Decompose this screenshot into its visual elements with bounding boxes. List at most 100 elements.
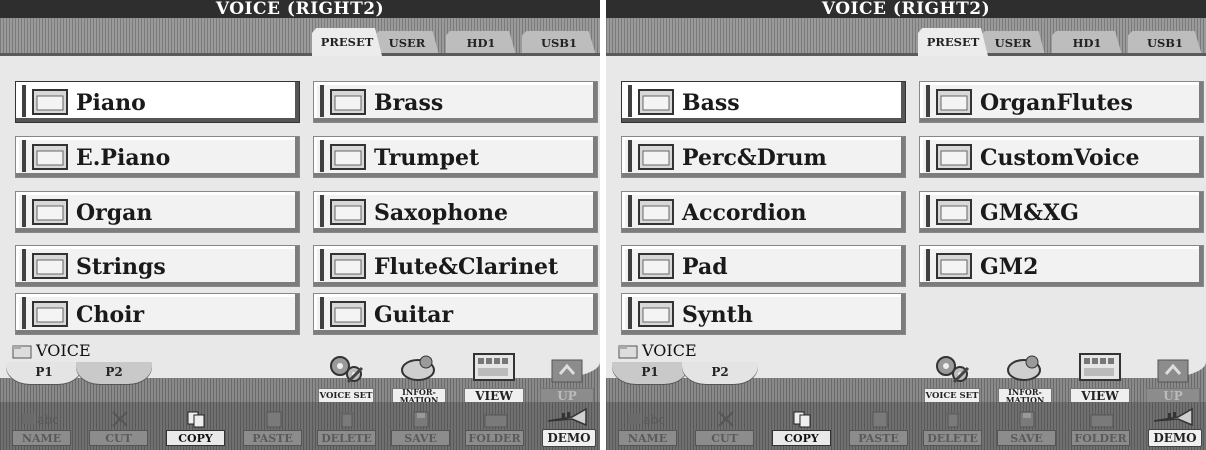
info-icon — [1007, 355, 1041, 381]
view-button[interactable]: VIEW — [1070, 352, 1130, 404]
folder-organ[interactable]: Organ — [16, 192, 299, 232]
folder-icon — [32, 199, 68, 225]
folder-label: Organ — [76, 200, 153, 226]
trumpet-icon — [547, 407, 587, 427]
selection-bar — [628, 195, 632, 227]
folder-pad[interactable]: Pad — [622, 246, 905, 286]
information-button[interactable]: INFOR- MATION — [392, 352, 446, 404]
tab-hd1[interactable]: HD1 — [1052, 31, 1122, 55]
delete-label: DELETE — [923, 430, 982, 446]
folder-saxophone[interactable]: Saxophone — [314, 192, 597, 232]
up-button[interactable]: UP — [1146, 352, 1200, 404]
page-tab-p1[interactable]: P1 — [612, 362, 688, 384]
folder-organflutes[interactable]: OrganFlutes — [920, 82, 1203, 122]
delete-button[interactable]: DELETE — [923, 408, 982, 446]
tab-usb1[interactable]: USB1 — [522, 31, 596, 55]
page-tab-p1[interactable]: P1 — [6, 362, 82, 384]
selection-bar — [628, 297, 632, 329]
view-button[interactable]: VIEW — [464, 352, 524, 404]
copy-button[interactable]: COPY — [772, 408, 831, 446]
demo-button[interactable]: DEMO — [1148, 403, 1202, 447]
name-button[interactable]: abc NAME — [12, 408, 71, 446]
folder-customvoice[interactable]: CustomVoice — [920, 137, 1203, 177]
current-path: VOICE — [618, 340, 697, 362]
save-button[interactable]: SAVE — [997, 408, 1056, 446]
tab-preset[interactable]: PRESET — [312, 28, 382, 56]
delete-button[interactable]: DELETE — [317, 408, 376, 446]
paste-icon — [872, 411, 888, 428]
folder-gm-xg[interactable]: GM&XG — [920, 192, 1203, 232]
folder-perc-drum[interactable]: Perc&Drum — [622, 137, 905, 177]
cut-button[interactable]: CUT — [89, 408, 148, 446]
folder-accordion[interactable]: Accordion — [622, 192, 905, 232]
folder-icon — [330, 89, 366, 115]
folder-icon — [936, 89, 972, 115]
folder-icon — [330, 253, 366, 279]
folder-label: Piano — [76, 90, 146, 116]
selection-bar — [926, 140, 930, 172]
demo-button[interactable]: DEMO — [542, 403, 596, 447]
selection-bar — [320, 195, 324, 227]
copy-label: COPY — [772, 430, 831, 446]
path-label: VOICE — [36, 341, 91, 360]
tab-user[interactable]: USER — [981, 31, 1045, 55]
tab-usb1[interactable]: USB1 — [1128, 31, 1202, 55]
disk-icon — [413, 411, 429, 428]
path-label: VOICE — [642, 341, 697, 360]
rename-icon: abc — [628, 413, 665, 427]
folder-brass[interactable]: Brass — [314, 82, 597, 122]
cut-button[interactable]: CUT — [695, 408, 754, 446]
page-tab-p2[interactable]: P2 — [682, 362, 758, 384]
up-button[interactable]: UP — [540, 352, 594, 404]
rename-icon: abc — [22, 413, 59, 427]
folder-label: Guitar — [374, 302, 454, 328]
selection-bar — [628, 249, 632, 281]
copy-button[interactable]: COPY — [166, 408, 225, 446]
folder-label: Synth — [682, 302, 753, 328]
demo-label: DEMO — [1148, 429, 1202, 447]
folder-label: Bass — [682, 90, 740, 116]
folder-flute-clarinet[interactable]: Flute&Clarinet — [314, 246, 597, 286]
folder-icon — [32, 253, 68, 279]
folder-icon — [638, 89, 674, 115]
folder-label: Flute&Clarinet — [374, 254, 559, 280]
folder-gm2[interactable]: GM2 — [920, 246, 1203, 286]
selection-bar — [628, 85, 632, 117]
folder-label: Perc&Drum — [682, 145, 827, 171]
folder-guitar[interactable]: Guitar — [314, 294, 597, 334]
folder-e-piano[interactable]: E.Piano — [16, 137, 299, 177]
tab-hd1[interactable]: HD1 — [446, 31, 516, 55]
selection-bar — [22, 140, 26, 172]
folder-bass[interactable]: Bass — [622, 82, 905, 122]
name-button[interactable]: abc NAME — [618, 408, 677, 446]
folder-label: Strings — [76, 254, 166, 280]
selection-bar — [22, 249, 26, 281]
page-tab-p2[interactable]: P2 — [76, 362, 152, 384]
folder-label: Brass — [374, 90, 444, 116]
folder-icon — [638, 253, 674, 279]
folder-synth[interactable]: Synth — [622, 294, 905, 334]
voice-set-button[interactable]: VOICE SET — [318, 352, 374, 404]
folder-up-icon — [1157, 359, 1189, 383]
paste-button[interactable]: PASTE — [243, 408, 302, 446]
voice-select-screen-page1: VOICE (RIGHT2) PRESET USER HD1 USB1 Pian… — [0, 0, 600, 450]
save-button[interactable]: SAVE — [391, 408, 450, 446]
info-icon — [401, 355, 435, 381]
voice-set-button[interactable]: VOICE SET — [924, 352, 980, 404]
folder-piano[interactable]: Piano — [16, 82, 299, 122]
new-folder-icon — [1090, 414, 1114, 428]
paste-button[interactable]: PASTE — [849, 408, 908, 446]
selection-bar — [926, 85, 930, 117]
view-icon — [1079, 353, 1121, 381]
folder-label: FOLDER — [465, 430, 524, 446]
folder-strings[interactable]: Strings — [16, 246, 299, 286]
tab-preset[interactable]: PRESET — [918, 28, 988, 56]
folder-button[interactable]: FOLDER — [1071, 408, 1130, 446]
folder-icon — [618, 345, 638, 358]
folder-choir[interactable]: Choir — [16, 294, 299, 334]
gears-icon — [330, 356, 364, 384]
tab-user[interactable]: USER — [375, 31, 439, 55]
information-button[interactable]: INFOR- MATION — [998, 352, 1052, 404]
folder-trumpet[interactable]: Trumpet — [314, 137, 597, 177]
folder-button[interactable]: FOLDER — [465, 408, 524, 446]
